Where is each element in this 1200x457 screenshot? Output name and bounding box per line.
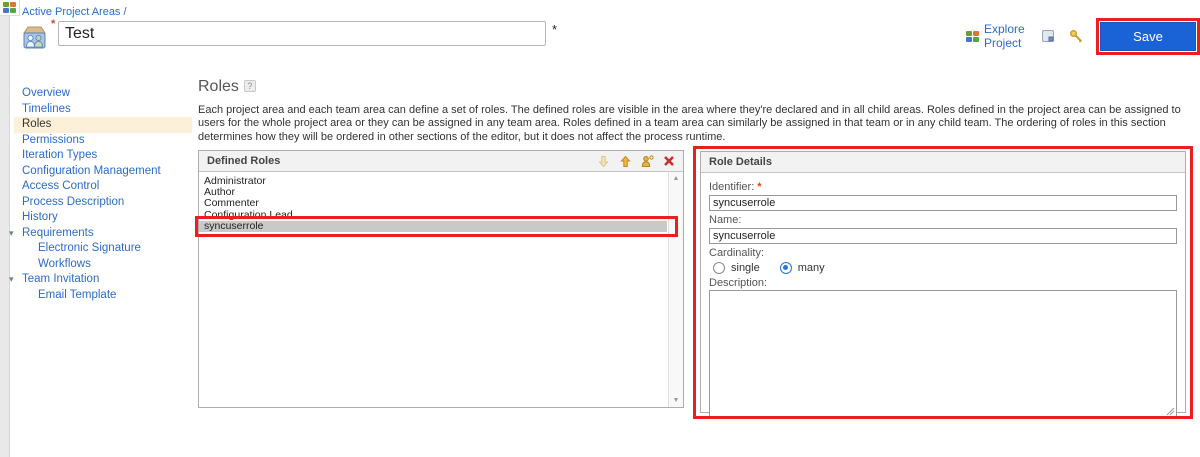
- radio-many[interactable]: [780, 262, 792, 274]
- roles-list-scrollbar[interactable]: ▲ ▼: [668, 172, 683, 407]
- save-highlight-annotation: Save: [1096, 18, 1200, 55]
- required-marker: *: [51, 18, 55, 30]
- required-marker: *: [757, 181, 761, 193]
- sidebar-item-overview[interactable]: Overview: [22, 86, 198, 102]
- resize-grip-icon[interactable]: [1166, 407, 1175, 416]
- header-actions: Explore Project Save: [966, 17, 1200, 55]
- sidebar-item-process-description[interactable]: Process Description: [22, 195, 198, 211]
- sidebar-item-permissions[interactable]: Permissions: [22, 133, 198, 149]
- explore-project-link[interactable]: Explore Project: [966, 22, 1027, 50]
- explore-project-icon: [966, 31, 979, 42]
- radio-single[interactable]: [713, 262, 725, 274]
- role-list-item[interactable]: Administrator: [199, 176, 667, 187]
- process-source-icon[interactable]: [1041, 29, 1055, 43]
- cardinality-label: Cardinality:: [709, 247, 1177, 259]
- identifier-label: Identifier:*: [709, 181, 1177, 193]
- collapse-twisty-icon[interactable]: ▾: [9, 272, 14, 288]
- defined-roles-list: Administrator Author Commenter Configura…: [199, 172, 683, 407]
- key-icon[interactable]: [1069, 29, 1084, 44]
- project-area-editor: Active Project Areas / * * Explore Proje…: [0, 0, 1200, 457]
- breadcrumb[interactable]: Active Project Areas /: [22, 6, 127, 18]
- move-role-up-icon[interactable]: [619, 155, 632, 168]
- defined-roles-header: Defined Roles: [199, 151, 683, 172]
- project-area-icon: [21, 24, 48, 50]
- sidebar-item-requirements[interactable]: ▾ Requirements: [22, 226, 198, 242]
- radio-many-label[interactable]: many: [798, 262, 825, 274]
- role-list-item[interactable]: Author: [199, 187, 667, 198]
- sidebar-item-iteration-types[interactable]: Iteration Types: [22, 148, 198, 164]
- sidebar-item-configuration-management[interactable]: Configuration Management: [22, 164, 198, 180]
- sidebar-item-workflows[interactable]: Workflows: [22, 257, 198, 273]
- delete-role-icon[interactable]: [663, 155, 675, 167]
- role-list-item[interactable]: Configuration Lead: [199, 210, 667, 221]
- sidebar-item-roles[interactable]: Roles: [14, 117, 192, 133]
- scroll-up-icon[interactable]: ▲: [669, 175, 683, 182]
- project-name-input[interactable]: [58, 21, 546, 46]
- roles-description: Each project area and each team area can…: [198, 104, 1182, 144]
- cardinality-options: single many: [709, 262, 1177, 274]
- sidebar-item-electronic-signature[interactable]: Electronic Signature: [22, 241, 198, 257]
- editor-sidebar: Overview Timelines Roles Permissions Ite…: [22, 86, 198, 303]
- sidebar-item-email-template[interactable]: Email Template: [22, 288, 198, 304]
- unsaved-changes-marker: *: [552, 22, 557, 37]
- sidebar-item-team-invitation[interactable]: ▾ Team Invitation: [22, 272, 198, 288]
- app-grid-icon: [3, 2, 16, 13]
- help-icon[interactable]: ?: [244, 80, 256, 92]
- name-label: Name:: [709, 214, 1177, 226]
- identifier-input[interactable]: [709, 195, 1177, 211]
- description-label: Description:: [709, 277, 1177, 289]
- page-title: Roles?: [198, 78, 256, 96]
- role-list-item[interactable]: Commenter: [199, 198, 667, 209]
- description-textarea[interactable]: [709, 290, 1177, 418]
- role-list-item-selected[interactable]: syncuserrole: [199, 221, 667, 232]
- name-input[interactable]: [709, 228, 1177, 244]
- app-logo[interactable]: [0, 0, 20, 16]
- collapse-twisty-icon[interactable]: ▾: [9, 226, 14, 242]
- sidebar-item-timelines[interactable]: Timelines: [22, 102, 198, 118]
- scroll-down-icon[interactable]: ▼: [669, 397, 683, 404]
- role-details-header: Role Details: [701, 152, 1185, 173]
- role-details-panel: Role Details Identifier:* Name: Cardinal…: [700, 151, 1186, 413]
- sidebar-item-access-control[interactable]: Access Control: [22, 179, 198, 195]
- save-button[interactable]: Save: [1100, 22, 1196, 51]
- defined-roles-panel: Defined Roles: [198, 150, 684, 408]
- move-role-down-icon[interactable]: [597, 155, 610, 168]
- sidebar-item-history[interactable]: History: [22, 210, 198, 226]
- defined-roles-toolbar: [597, 155, 675, 168]
- add-role-icon[interactable]: [641, 155, 654, 168]
- radio-single-label[interactable]: single: [731, 262, 760, 274]
